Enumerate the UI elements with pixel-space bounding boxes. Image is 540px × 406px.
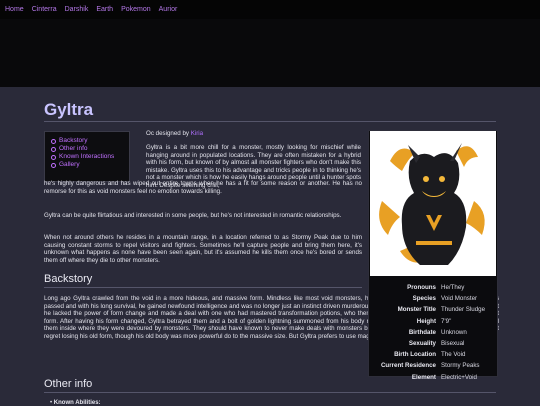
infobox-row-birthdate: Birthdate Unknown <box>408 328 467 336</box>
backstory-divider <box>44 287 362 288</box>
infobox-row-sexuality: Sexuality Bisexual <box>408 340 465 348</box>
infobox-row-element: Element Electric+Void <box>411 373 477 381</box>
toc-link[interactable]: Other info <box>59 145 88 152</box>
backstory-heading: Backstory <box>44 273 93 285</box>
infobox-row-pronouns: Pronouns He/They <box>407 284 465 292</box>
toc-link[interactable]: Gallery <box>59 161 80 168</box>
designer-link[interactable]: Kiria <box>191 130 203 137</box>
character-portrait <box>370 131 496 276</box>
other-info-heading: Other info <box>44 378 93 390</box>
nav-cinterra[interactable]: Cinterra <box>32 6 57 13</box>
toc-item-other-info[interactable]: Other info <box>51 145 129 153</box>
known-abilities-label: Known Abilities: <box>53 400 101 406</box>
infobox-row-birth-location: Birth Location The Void <box>394 351 466 359</box>
character-portrait-art <box>379 143 485 265</box>
infobox-row-height: Height 7'9" <box>416 317 452 325</box>
other-info-divider <box>44 392 496 393</box>
flirt-paragraph: Gyltra can be quite flirtatious and inte… <box>44 212 342 219</box>
top-nav: Home Cinterra Darshik Earth Pokemon Auri… <box>0 0 540 19</box>
infobox-row-current-residence: Current Residence Stormy Peaks <box>380 362 480 370</box>
header-banner <box>0 19 540 87</box>
toc-link[interactable]: Known Interactions <box>59 153 114 160</box>
toc-item-gallery[interactable]: Gallery <box>51 161 129 169</box>
nav-home[interactable]: Home <box>5 6 24 13</box>
credit-prefix: Oc designed by <box>146 130 189 137</box>
known-abilities-item: • Known Abilities: <box>50 400 101 406</box>
table-of-contents: Backstory Other info Known Interactions … <box>44 131 130 182</box>
nav-aurior[interactable]: Aurior <box>159 6 178 13</box>
page-title: Gyltra <box>44 100 94 119</box>
infobox-table: Pronouns He/They Species Void Monster Mons… <box>370 282 496 383</box>
designer-credit: Oc designed by Kiria <box>146 130 356 138</box>
nav-pokemon[interactable]: Pokemon <box>121 6 151 13</box>
intro-paragraph-continued: he's highly dangerous and has wiped out … <box>44 180 362 195</box>
infobox-row-monster-title: Monster Title Thunder Sludge <box>397 306 486 314</box>
title-divider <box>44 121 496 122</box>
nav-darshik[interactable]: Darshik <box>65 6 89 13</box>
toc-item-known-interactions[interactable]: Known Interactions <box>51 153 129 161</box>
residence-paragraph: When not around others he resides in a m… <box>44 234 362 264</box>
infobox-row-species: Species Void Monster <box>412 295 478 303</box>
toc-item-backstory[interactable]: Backstory <box>51 137 129 145</box>
toc-link[interactable]: Backstory <box>59 137 88 144</box>
nav-earth[interactable]: Earth <box>96 6 113 13</box>
